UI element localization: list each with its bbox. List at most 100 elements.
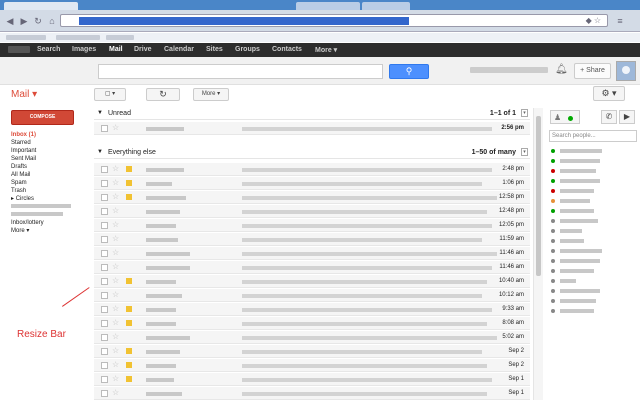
important-marker-icon[interactable]: [126, 348, 132, 354]
message-row[interactable]: ☆ 12:58 pm: [94, 191, 530, 204]
important-marker-icon[interactable]: [126, 362, 132, 368]
star-bookmark-icon[interactable]: ◆☆: [586, 16, 603, 25]
scroll-thumb[interactable]: [536, 116, 541, 276]
important-marker-icon[interactable]: [126, 376, 132, 382]
important-marker-icon[interactable]: [126, 222, 132, 228]
sidebar-item-all-mail[interactable]: All Mail: [11, 171, 91, 179]
star-icon[interactable]: ☆: [112, 220, 119, 229]
refresh-button[interactable]: ↻: [146, 88, 180, 101]
sidebar-item-sent[interactable]: Sent Mail: [11, 155, 91, 163]
sidebar-item-important[interactable]: Important: [11, 147, 91, 155]
compose-button[interactable]: COMPOSE: [11, 110, 74, 125]
star-icon[interactable]: ☆: [112, 374, 119, 383]
important-marker-icon[interactable]: [126, 166, 132, 172]
star-icon[interactable]: ☆: [112, 178, 119, 187]
row-checkbox[interactable]: [101, 264, 108, 271]
chat-contact[interactable]: [551, 186, 636, 195]
home-icon[interactable]: ⌂: [46, 15, 58, 27]
gbar-mail[interactable]: Mail: [109, 46, 123, 53]
important-marker-icon[interactable]: [126, 208, 132, 214]
message-row[interactable]: ☆ 10:40 am: [94, 275, 530, 288]
star-icon[interactable]: ☆: [112, 346, 119, 355]
star-icon[interactable]: ☆: [112, 332, 119, 341]
search-people-input[interactable]: Search people...: [549, 130, 637, 142]
star-icon[interactable]: ☆: [112, 248, 119, 257]
message-row[interactable]: ☆ 11:46 am: [94, 261, 530, 274]
chat-contact[interactable]: [551, 156, 636, 165]
row-checkbox[interactable]: [101, 390, 108, 397]
section-header-everything[interactable]: ▼ Everything else 1–50 of many ▾: [94, 147, 530, 159]
avatar[interactable]: [616, 61, 636, 81]
important-marker-icon[interactable]: [126, 264, 132, 270]
sidebar-item-starred[interactable]: Starred: [11, 139, 91, 147]
select-checkbox-dropdown[interactable]: ▢ ▾: [94, 88, 126, 101]
video-icon[interactable]: ▶: [619, 110, 635, 124]
bookmark-item[interactable]: [56, 35, 100, 40]
browser-tab[interactable]: [362, 2, 410, 10]
share-button[interactable]: + Share: [574, 63, 611, 79]
message-row[interactable]: ☆ Sep 2: [94, 359, 530, 372]
bell-icon[interactable]: 🔔︎: [555, 64, 568, 75]
row-checkbox[interactable]: [101, 180, 108, 187]
message-row[interactable]: ☆ 10:12 am: [94, 289, 530, 302]
bookmark-item[interactable]: [6, 35, 46, 40]
search-button[interactable]: ⚲: [389, 64, 429, 79]
message-row[interactable]: ☆ 12:05 pm: [94, 219, 530, 232]
message-row[interactable]: ☆ 11:46 am: [94, 247, 530, 260]
browser-tab-active[interactable]: [4, 2, 78, 10]
message-scrollbar[interactable]: [533, 108, 543, 400]
star-icon[interactable]: ☆: [112, 388, 119, 397]
important-marker-icon[interactable]: [126, 180, 132, 186]
star-icon[interactable]: ☆: [112, 304, 119, 313]
row-checkbox[interactable]: [101, 362, 108, 369]
chat-contact[interactable]: [551, 246, 636, 255]
important-marker-icon[interactable]: [126, 390, 132, 396]
chat-contact[interactable]: [551, 266, 636, 275]
chat-contact[interactable]: [551, 176, 636, 185]
mail-menu-title[interactable]: Mail ▾: [11, 89, 37, 100]
chat-contact[interactable]: [551, 296, 636, 305]
browser-tab[interactable]: [296, 2, 360, 10]
sidebar-item-lottery[interactable]: Inbox/lottery: [11, 219, 91, 227]
sidebar-item-label[interactable]: [11, 203, 91, 211]
gbar-user[interactable]: [8, 46, 30, 53]
address-bar[interactable]: ◆☆: [60, 14, 608, 27]
row-checkbox[interactable]: [101, 222, 108, 229]
star-icon[interactable]: ☆: [112, 262, 119, 271]
gbar-drive[interactable]: Drive: [134, 46, 152, 53]
forward-icon[interactable]: ▶: [18, 15, 30, 27]
important-marker-icon[interactable]: [126, 236, 132, 242]
chat-contact[interactable]: [551, 166, 636, 175]
star-icon[interactable]: ☆: [112, 290, 119, 299]
gbar-more[interactable]: More ▾: [315, 46, 337, 54]
message-row[interactable]: ☆ 2:56 pm: [94, 122, 530, 135]
message-row[interactable]: ☆ 2:48 pm: [94, 163, 530, 176]
row-checkbox[interactable]: [101, 334, 108, 341]
sidebar-more-link[interactable]: More ▾: [11, 227, 91, 235]
chat-contact[interactable]: [551, 236, 636, 245]
gbar-groups[interactable]: Groups: [235, 46, 260, 53]
sidebar-item-spam[interactable]: Spam: [11, 179, 91, 187]
chat-contact[interactable]: [551, 276, 636, 285]
sidebar-item-inbox[interactable]: Inbox (1): [11, 131, 91, 139]
row-checkbox[interactable]: [101, 194, 108, 201]
row-checkbox[interactable]: [101, 376, 108, 383]
row-checkbox[interactable]: [101, 166, 108, 173]
row-checkbox[interactable]: [101, 306, 108, 313]
chat-contact[interactable]: [551, 306, 636, 315]
star-icon[interactable]: ☆: [112, 123, 119, 132]
phone-icon[interactable]: ✆: [601, 110, 617, 124]
row-checkbox[interactable]: [101, 125, 108, 132]
more-actions-button[interactable]: More ▾: [193, 88, 229, 101]
section-header-unread[interactable]: ▼ Unread 1–1 of 1 ▾: [94, 108, 530, 120]
chat-contact[interactable]: [551, 196, 636, 205]
message-row[interactable]: ☆ Sep 1: [94, 387, 530, 400]
chat-contact[interactable]: [551, 206, 636, 215]
sidebar-item-drafts[interactable]: Drafts: [11, 163, 91, 171]
row-checkbox[interactable]: [101, 292, 108, 299]
message-row[interactable]: ☆ 8:08 am: [94, 317, 530, 330]
message-row[interactable]: ☆ Sep 2: [94, 345, 530, 358]
gbar-calendar[interactable]: Calendar: [164, 46, 194, 53]
star-icon[interactable]: ☆: [112, 360, 119, 369]
chat-status-selector[interactable]: ♟: [550, 110, 580, 124]
